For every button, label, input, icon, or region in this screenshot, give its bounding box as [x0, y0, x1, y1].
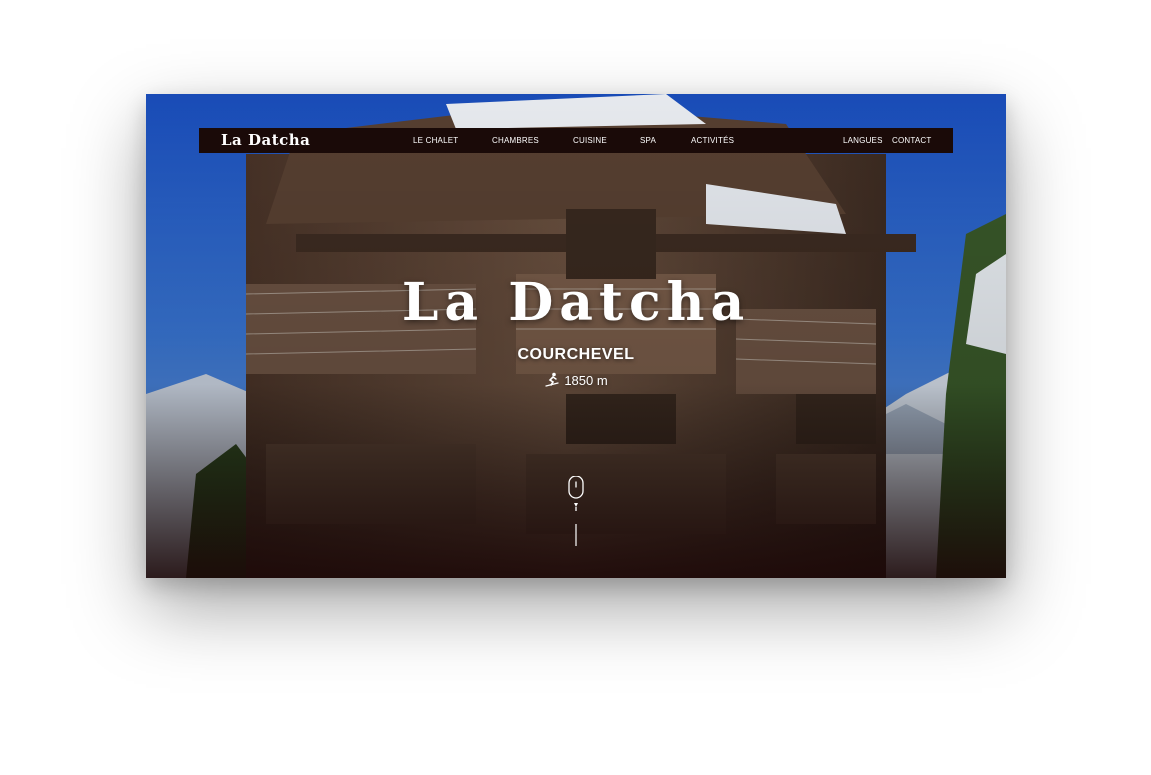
nav-link-spa[interactable]: SPA — [640, 136, 656, 145]
nav-link-le-chalet[interactable]: LE CHALET — [413, 136, 458, 145]
altitude-value: 1850 m — [564, 373, 608, 388]
altitude-label: 1850 m — [146, 372, 1006, 388]
browser-frame: La Datcha LE CHALET CHAMBRES CUISINE SPA… — [146, 94, 1006, 578]
site-logo[interactable]: La Datcha — [221, 131, 310, 149]
scroll-down-indicator[interactable] — [567, 475, 585, 548]
top-navigation-bar: La Datcha LE CHALET CHAMBRES CUISINE SPA… — [199, 128, 953, 153]
nav-link-chambres[interactable]: CHAMBRES — [492, 136, 539, 145]
nav-link-activites[interactable]: ACTIVITÉS — [691, 136, 734, 145]
skier-icon — [545, 372, 559, 387]
hero-subtitle: COURCHEVEL — [517, 346, 635, 363]
nav-link-langues[interactable]: LANGUES — [843, 136, 883, 145]
hero-title: La Datcha — [401, 272, 751, 333]
mouse-scroll-icon — [568, 475, 584, 546]
nav-link-cuisine[interactable]: CUISINE — [573, 136, 607, 145]
nav-link-contact[interactable]: CONTACT — [892, 136, 931, 145]
